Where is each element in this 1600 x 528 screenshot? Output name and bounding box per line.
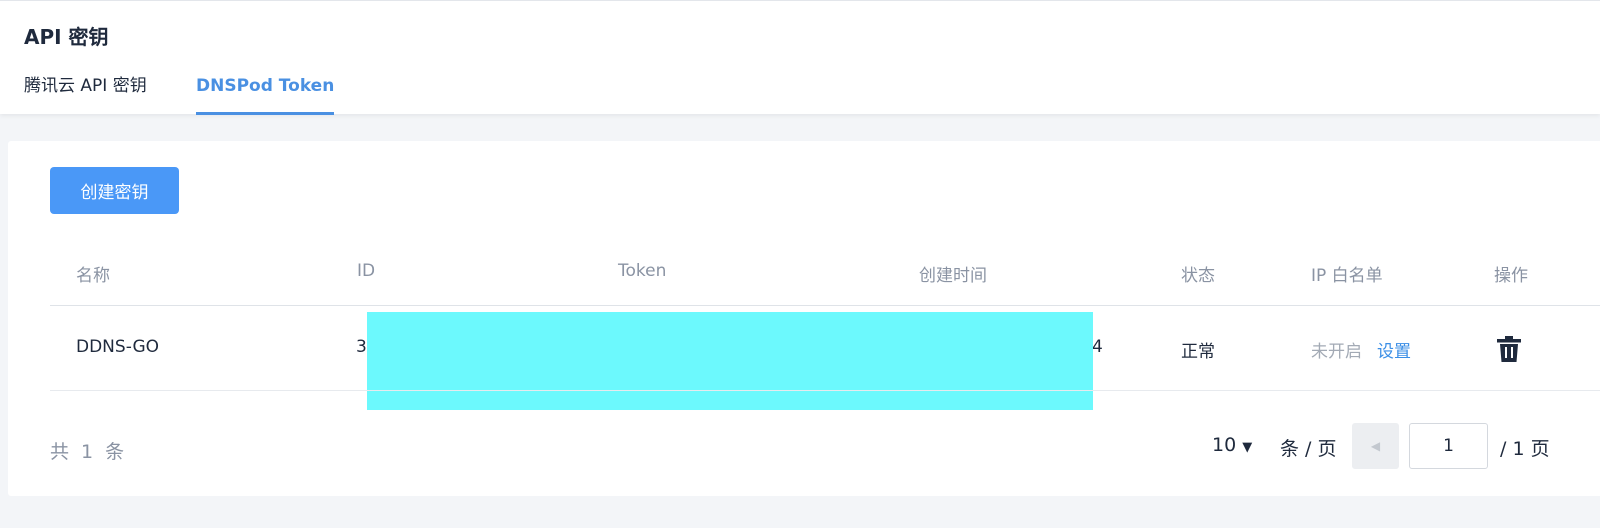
- header-panel: API 密钥 腾讯云 API 密钥 DNSPod Token: [0, 0, 1600, 115]
- page-size-select[interactable]: 10 ▼: [1212, 434, 1252, 456]
- column-header-ip-whitelist: IP 白名单: [1311, 266, 1383, 286]
- row-status: 正常: [1181, 342, 1215, 362]
- tab-dnspod-token[interactable]: DNSPod Token: [196, 73, 335, 115]
- create-key-button[interactable]: 创建密钥: [50, 167, 179, 214]
- column-header-name: 名称: [76, 266, 110, 286]
- tab-tencent-cloud-api-key[interactable]: 腾讯云 API 密钥: [24, 73, 147, 115]
- column-header-id: ID: [357, 261, 376, 281]
- total-pages-label: / 1 页: [1500, 438, 1550, 460]
- page-number-input[interactable]: [1409, 423, 1488, 469]
- row-id: 3: [356, 337, 367, 357]
- ip-whitelist-settings-link[interactable]: 设置: [1377, 337, 1411, 362]
- column-header-status: 状态: [1181, 266, 1215, 286]
- prev-page-button[interactable]: ◀: [1352, 423, 1399, 469]
- redaction-overlay: [367, 312, 1093, 410]
- chevron-left-icon: ◀: [1370, 439, 1381, 453]
- chevron-down-icon: ▼: [1242, 440, 1253, 455]
- row-created-time: 4: [1092, 337, 1103, 357]
- column-header-token: Token: [618, 261, 667, 281]
- table-header-divider: [50, 305, 1600, 306]
- row-name: DDNS-GO: [76, 337, 159, 357]
- column-header-created-time: 创建时间: [919, 266, 987, 286]
- page-size-value: 10: [1212, 434, 1237, 456]
- total-count: 共 1 条: [50, 441, 128, 463]
- trash-icon[interactable]: [1496, 335, 1522, 363]
- ip-whitelist-state: 未开启: [1311, 342, 1362, 362]
- content-card: 创建密钥 名称 ID Token 创建时间 状态 IP 白名单 操作 DDNS-…: [8, 141, 1600, 496]
- per-page-label: 条 / 页: [1280, 438, 1337, 460]
- page-title: API 密钥: [24, 25, 109, 49]
- column-header-actions: 操作: [1494, 266, 1528, 286]
- table-row-divider: [50, 390, 1600, 391]
